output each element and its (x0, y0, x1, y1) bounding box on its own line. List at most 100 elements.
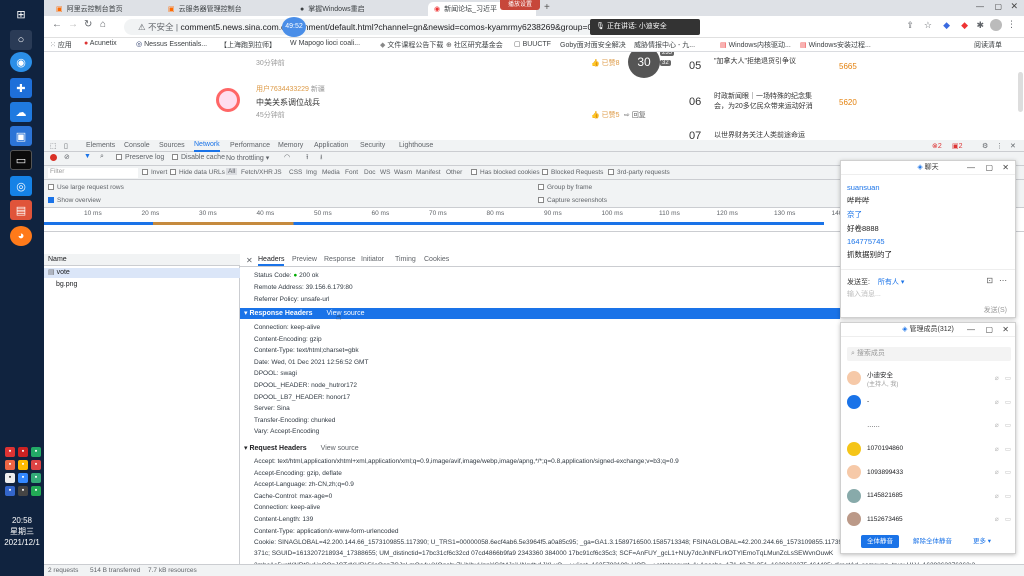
preserve-log-checkbox[interactable]: Preserve log (116, 154, 164, 161)
bookmark-files[interactable]: ◆ 文件课程公告下载 (380, 40, 443, 50)
chat-minimize-icon[interactable]: — (967, 163, 975, 172)
tray-icon-4[interactable]: ▪ (5, 460, 15, 470)
bookmark-acunetix[interactable]: ● Acunetix (84, 40, 117, 47)
terminal-icon[interactable]: ▭ (10, 150, 32, 170)
disable-cache-checkbox[interactable]: Disable cache (172, 154, 225, 161)
tab-ecs[interactable]: ▣ 云服务器管理控制台 (162, 2, 290, 16)
bookmark-shanghai[interactable]: 【上海跑到拉师】 (220, 40, 276, 50)
camera-icon[interactable]: ▭ (1005, 398, 1011, 406)
profile-avatar[interactable] (990, 19, 1002, 31)
device-toolbar-icon[interactable]: ▯ (64, 142, 68, 150)
inspect-icon[interactable]: ⬚ (50, 142, 57, 150)
url-field[interactable]: ⚠ 不安全 | comment5.news.sina.com.cn/commen… (124, 19, 624, 35)
devtools-close-icon[interactable]: ✕ (1010, 142, 1016, 150)
tray-icon-9[interactable]: ▪ (31, 473, 41, 483)
tab-memory[interactable]: Memory (278, 142, 303, 149)
member-row[interactable]: 1070194860 ⌀ ▭ (847, 438, 1011, 460)
filter-icon[interactable]: ▼ (84, 153, 91, 160)
search-icon[interactable]: ⌕ (100, 153, 104, 161)
tray-icon-1[interactable]: ▪ (5, 447, 15, 457)
tab-elements[interactable]: Elements (86, 142, 115, 149)
camera-icon[interactable]: ▭ (1005, 374, 1011, 382)
tab-aliyun[interactable]: ▣ 阿里云控制台首页 (50, 2, 158, 16)
firefox-icon[interactable]: ◕ (10, 226, 32, 246)
blocked-cookies-checkbox[interactable]: Has blocked cookies (471, 169, 540, 176)
tab-sources[interactable]: Sources (159, 142, 185, 149)
members-maximize-icon[interactable]: ▢ (985, 325, 993, 334)
close-window-icon[interactable]: ✕ (1010, 1, 1018, 12)
camera-icon[interactable]: ▭ (1005, 468, 1011, 476)
view-source-link[interactable]: View source (321, 445, 359, 452)
tray-icon-11[interactable]: ▪ (18, 486, 28, 496)
import-icon[interactable]: ⭱ (306, 153, 308, 164)
forward-icon[interactable]: → (68, 19, 78, 30)
type-media[interactable]: Media (322, 169, 340, 176)
unmute-all-button[interactable]: 解除全体静音 (913, 535, 952, 548)
bookmark-threat[interactable]: 威胁情报中心 - 九... (634, 40, 695, 50)
record-icon[interactable] (50, 154, 57, 161)
bookmark-win-kernel[interactable]: ▤ Windows内核驱动... (720, 40, 791, 50)
tab-console[interactable]: Console (124, 142, 150, 149)
detail-tab-preview[interactable]: Preview (292, 256, 317, 263)
show-overview-checkbox[interactable]: Show overview (48, 197, 101, 204)
news-title[interactable]: 以世界财务关注人类前途命运 (714, 130, 824, 140)
puzzle-icon[interactable]: ✱ (976, 20, 984, 31)
minimize-window-icon[interactable]: — (976, 2, 984, 11)
clear-icon[interactable]: ⊘ (64, 153, 70, 161)
type-manifest[interactable]: Manifest (416, 169, 441, 176)
page-scrollbar[interactable] (1018, 72, 1023, 112)
app-icon-3[interactable]: ▣ (10, 126, 32, 146)
tray-icon-8[interactable]: ▪ (18, 473, 28, 483)
bookmark-nessus[interactable]: ◎ Nessus Essentials... (136, 40, 207, 48)
comment-username[interactable]: 用户7634433229 (256, 86, 309, 93)
tray-icon-3[interactable]: ▪ (31, 447, 41, 457)
request-row-vote[interactable]: ▤ vote (44, 268, 240, 278)
more-button[interactable]: 更多 ▾ (973, 535, 991, 548)
mic-muted-icon[interactable]: ⌀ (995, 492, 999, 500)
tab-network[interactable]: Network (194, 141, 220, 152)
maximize-window-icon[interactable]: ▢ (994, 2, 1002, 11)
member-row[interactable]: - ⌀ ▭ (847, 391, 1011, 413)
search-icon[interactable]: ○ (10, 30, 32, 50)
chat-close-icon[interactable]: ✕ (1002, 163, 1009, 172)
tab-application[interactable]: Application (314, 142, 348, 149)
type-wasm[interactable]: Wasm (394, 169, 412, 176)
app-icon-2[interactable]: ☁ (10, 102, 32, 122)
mic-muted-icon[interactable]: ⌀ (995, 398, 999, 406)
bookmark-win-install[interactable]: ▤ Windows安装过程... (800, 40, 871, 50)
back-icon[interactable]: ← (52, 19, 62, 30)
bookmark-star-icon[interactable]: ☆ (924, 20, 932, 31)
detail-tab-cookies[interactable]: Cookies (424, 256, 449, 263)
tab-security[interactable]: Security (360, 142, 385, 149)
send-button[interactable]: 发送(S) (984, 305, 1007, 315)
member-row[interactable]: 1145821685 ⌀ ▭ (847, 485, 1011, 507)
home-icon[interactable]: ⌂ (100, 19, 106, 30)
large-rows-checkbox[interactable]: Use large request rows (48, 184, 124, 191)
type-font[interactable]: Font (345, 169, 358, 176)
share-icon[interactable]: ⇪ (906, 20, 914, 31)
type-js[interactable]: JS (274, 169, 282, 176)
camera-icon[interactable]: ▭ (1005, 421, 1011, 429)
type-ws[interactable]: WS (380, 169, 390, 176)
chrome-icon[interactable]: ◉ (10, 52, 32, 72)
member-row[interactable]: 小迪安全 (主持人, 我) ⌀ ▭ (847, 367, 1011, 389)
tray-icon-12[interactable]: ▪ (31, 486, 41, 496)
new-tab-button[interactable]: + (544, 2, 550, 13)
members-close-icon[interactable]: ✕ (1002, 325, 1009, 334)
chat-maximize-icon[interactable]: ▢ (985, 163, 993, 172)
filter-input[interactable]: Filter (48, 168, 138, 178)
like-button[interactable]: 👍 已赞8 (591, 58, 620, 68)
bookmark-community[interactable]: ⊕ 社区研究基金会 (446, 40, 503, 50)
mic-muted-icon[interactable]: ⌀ (995, 374, 999, 382)
members-minimize-icon[interactable]: — (967, 325, 975, 334)
menu-kebab-icon[interactable]: ⋮ (1007, 19, 1016, 30)
news-title[interactable]: 时政新闻眼｜一场特殊的纪念集会，为20多亿民众带来运动好消 (714, 92, 824, 112)
type-img[interactable]: Img (306, 169, 317, 176)
bookmark-mapogo[interactable]: W Mapogo lioci coali... (290, 40, 360, 47)
reply-button[interactable]: ⇨ 回复 (624, 110, 646, 120)
type-other[interactable]: Other (446, 169, 462, 176)
start-icon[interactable]: ⊞ (10, 4, 32, 24)
type-all[interactable]: All (226, 168, 238, 175)
request-row-bg[interactable]: bg.png (44, 280, 240, 290)
mic-muted-icon[interactable]: ⌀ (995, 421, 999, 429)
